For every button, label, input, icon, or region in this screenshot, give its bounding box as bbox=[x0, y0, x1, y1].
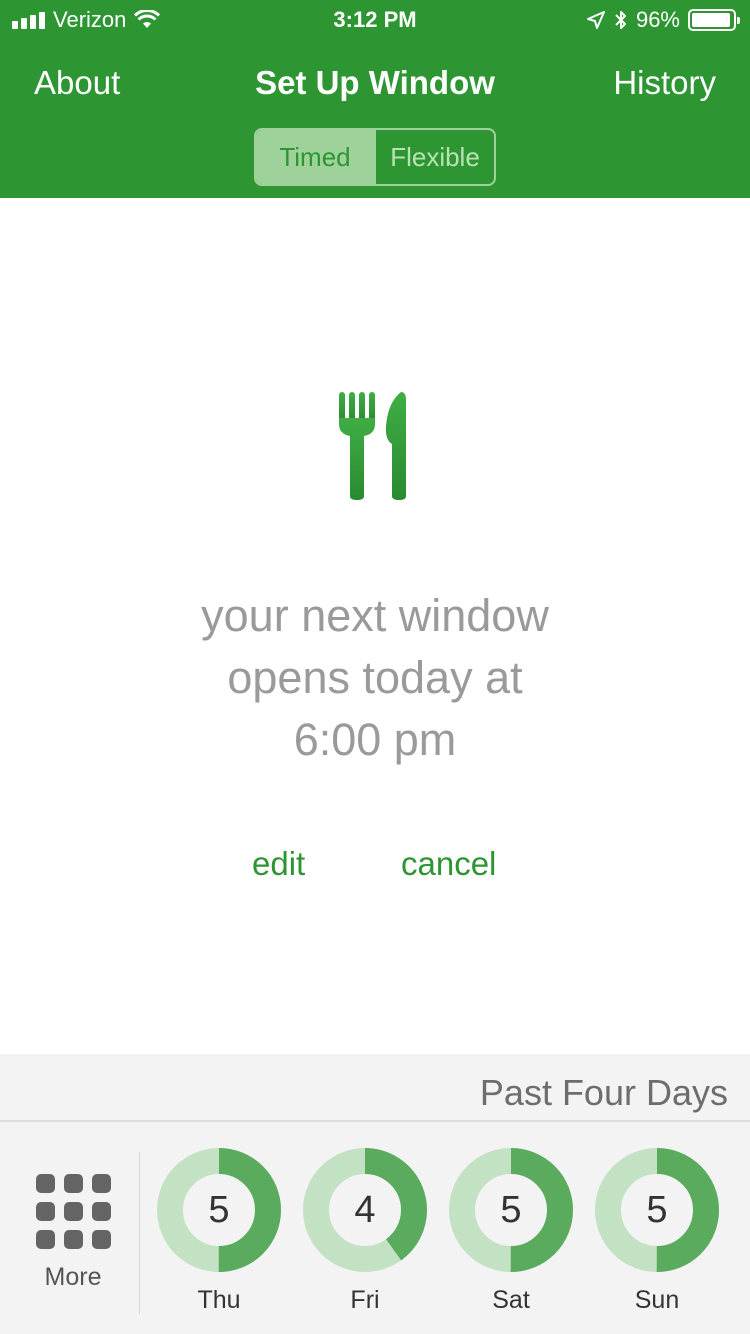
battery-percent: 96% bbox=[635, 7, 680, 32]
message-line-2: opens today at bbox=[227, 652, 523, 703]
day-label: Fri bbox=[350, 1286, 380, 1314]
progress-ring: 5 bbox=[157, 1148, 281, 1272]
day-label: Sat bbox=[492, 1286, 530, 1314]
next-window-message: your next window opens today at 6:00 pm bbox=[0, 585, 750, 771]
cancel-button[interactable]: cancel bbox=[401, 845, 496, 883]
day-ring-thu[interactable]: 5 Thu bbox=[157, 1148, 281, 1315]
day-ring-sat[interactable]: 5 Sat bbox=[449, 1148, 573, 1315]
location-icon bbox=[586, 11, 605, 29]
message-time: 6:00 pm bbox=[293, 714, 457, 765]
grid-icon bbox=[36, 1174, 116, 1249]
battery-fill bbox=[692, 13, 731, 27]
about-button[interactable]: About bbox=[34, 64, 120, 102]
segment-flexible[interactable]: Flexible bbox=[374, 130, 494, 184]
progress-ring: 4 bbox=[303, 1148, 427, 1272]
more-button[interactable]: More bbox=[30, 1174, 116, 1292]
day-label: Thu bbox=[197, 1286, 241, 1314]
history-button[interactable]: History bbox=[613, 64, 716, 102]
divider bbox=[0, 1120, 750, 1122]
mode-segmented-control: Timed Flexible bbox=[254, 128, 496, 186]
day-count: 5 bbox=[208, 1188, 230, 1231]
more-label: More bbox=[44, 1263, 102, 1291]
past-four-days-panel: Past Four Days More 5 Thu 4 Fri 5 Sat 5 … bbox=[0, 1054, 750, 1334]
battery-icon bbox=[688, 9, 740, 31]
past-four-days-title: Past Four Days bbox=[479, 1072, 728, 1113]
edit-button[interactable]: edit bbox=[252, 845, 305, 883]
day-ring-fri[interactable]: 4 Fri bbox=[303, 1148, 427, 1315]
progress-ring: 5 bbox=[595, 1148, 719, 1272]
bluetooth-icon bbox=[615, 11, 626, 29]
day-ring-sun[interactable]: 5 Sun bbox=[595, 1148, 719, 1315]
divider bbox=[139, 1152, 140, 1314]
day-count: 4 bbox=[354, 1188, 376, 1231]
day-count: 5 bbox=[646, 1188, 668, 1231]
day-label: Sun bbox=[634, 1286, 680, 1314]
message-line-1: your next window bbox=[201, 590, 549, 641]
day-count: 5 bbox=[500, 1188, 522, 1231]
segment-timed[interactable]: Timed bbox=[256, 130, 374, 184]
status-bar: Verizon 3:12 PM 96% bbox=[0, 0, 750, 40]
nav-header: Verizon 3:12 PM 96% About Set Up Window … bbox=[0, 0, 750, 198]
fork-knife-icon bbox=[339, 392, 406, 500]
status-right: 96% bbox=[586, 7, 740, 33]
progress-ring: 5 bbox=[449, 1148, 573, 1272]
